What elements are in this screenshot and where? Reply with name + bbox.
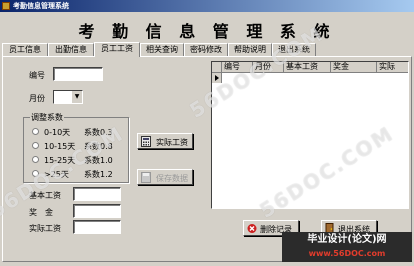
option-coef-0: 系数0.3 — [84, 128, 113, 137]
option-coef-3: 系数1.2 — [84, 170, 113, 179]
app-icon — [2, 2, 10, 10]
coefficient-group: 调整系数 0-10天 系数0.3 10-15天 系数0.8 15-25天 系数1… — [23, 112, 129, 183]
delete-icon — [247, 224, 257, 233]
column-header-id[interactable]: 编号 — [222, 62, 253, 73]
tab-attendance-info[interactable]: 出勤信息 — [48, 43, 94, 56]
title-bar: 考勤信息管理系统 — [0, 0, 414, 12]
window-title: 考勤信息管理系统 — [13, 2, 69, 10]
watermark-banner: 毕业设计(论文)网 www.56DOC.com — [282, 232, 412, 262]
salary-table[interactable]: 编号 月份 基本工资 奖金 实际 — [211, 61, 409, 209]
month-label: 月份 — [29, 94, 45, 103]
tab-exit-system[interactable]: 退出系统 — [272, 43, 316, 56]
option-coef-2: 系数1.0 — [84, 156, 113, 165]
tab-employee-salary[interactable]: 员工工资 — [94, 42, 140, 57]
header-banner: 考 勤 信 息 管 理 系 统 — [0, 12, 414, 42]
option-range-1: 10-15天 — [44, 142, 76, 151]
watermark-line1: 毕业设计(论文)网 — [307, 234, 387, 245]
option-coef-1: 系数0.8 — [84, 142, 113, 151]
save-icon — [141, 172, 151, 183]
table-header: 编号 月份 基本工资 奖金 实际 — [212, 62, 408, 73]
id-label: 编号 — [29, 71, 45, 80]
id-input[interactable] — [53, 67, 103, 81]
base-salary-label: 基本工资 — [29, 191, 61, 200]
actual-salary-button[interactable]: 实际工资 — [137, 133, 193, 149]
radio-over-25[interactable] — [32, 170, 39, 177]
option-range-3: >25天 — [44, 170, 69, 179]
radio-15-25[interactable] — [32, 156, 39, 163]
save-data-button-label: 保存数据 — [156, 174, 188, 183]
column-header-bonus[interactable]: 奖金 — [331, 62, 377, 73]
month-select[interactable]: ▼ — [53, 90, 83, 104]
tab-employee-info[interactable]: 员工信息 — [2, 43, 48, 56]
tab-change-password[interactable]: 密码修改 — [184, 43, 228, 56]
tab-help[interactable]: 帮助说明 — [228, 43, 272, 56]
chevron-down-icon[interactable]: ▼ — [71, 91, 82, 103]
watermark-line2: www.56DOC.com — [308, 249, 386, 258]
column-header-base-salary[interactable]: 基本工资 — [284, 62, 331, 73]
radio-0-10[interactable] — [32, 128, 39, 135]
base-salary-input[interactable] — [73, 187, 121, 201]
radio-10-15[interactable] — [32, 142, 39, 149]
option-range-0: 0-10天 — [44, 128, 71, 137]
save-data-button[interactable]: 保存数据 — [137, 169, 193, 185]
calculator-icon — [141, 136, 151, 147]
column-header-actual[interactable]: 实际 — [377, 62, 408, 73]
tab-strip: 员工信息 出勤信息 员工工资 相关查询 密码修改 帮助说明 退出系统 — [0, 42, 414, 57]
row-pointer-icon — [215, 75, 219, 81]
bonus-label: 奖 金 — [29, 208, 53, 217]
app-window: 考勤信息管理系统 考 勤 信 息 管 理 系 统 员工信息 出勤信息 员工工资 … — [0, 0, 414, 266]
actual-salary-label: 实际工资 — [29, 224, 61, 233]
page-title: 考 勤 信 息 管 理 系 统 — [78, 22, 336, 41]
actual-salary-button-label: 实际工资 — [156, 138, 188, 147]
row-selector-header — [212, 62, 222, 73]
bonus-input[interactable] — [73, 204, 121, 218]
option-range-2: 15-25天 — [44, 156, 76, 165]
actual-salary-input[interactable] — [73, 220, 121, 234]
column-header-month[interactable]: 月份 — [253, 62, 284, 73]
tab-related-query[interactable]: 相关查询 — [140, 43, 184, 56]
row-selector[interactable] — [212, 73, 222, 83]
coefficient-group-title: 调整系数 — [30, 112, 64, 123]
